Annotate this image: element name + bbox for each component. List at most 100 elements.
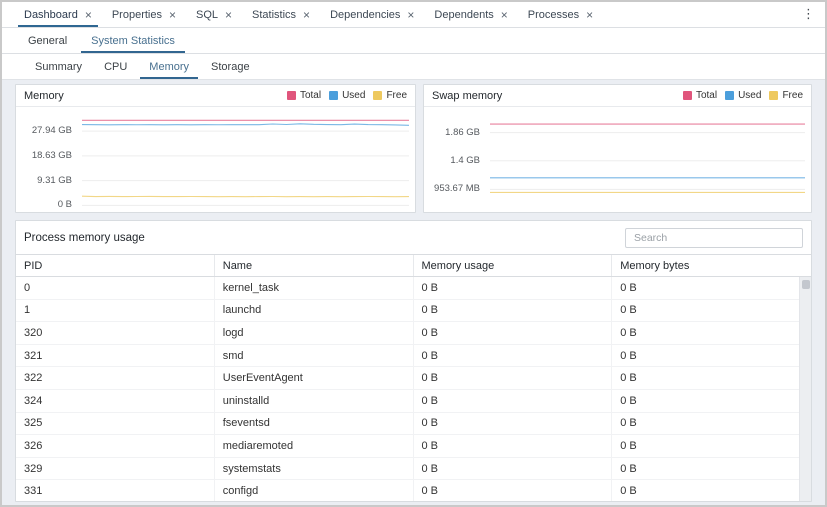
table-cell: mediaremoted: [215, 435, 414, 457]
dashboard-tab-bar: GeneralSystem Statistics: [2, 28, 825, 54]
stat-tab-cpu[interactable]: CPU: [93, 54, 138, 79]
legend-item-free: Free: [769, 90, 803, 101]
charts-row: Memory TotalUsedFree 27.94 GB18.63 GB9.3…: [2, 80, 825, 213]
tab-processes[interactable]: Processes ×: [518, 2, 603, 27]
statistics-tab-bar: SummaryCPUMemoryStorage: [2, 54, 825, 80]
table-row[interactable]: 326mediaremoted0 B0 B: [16, 435, 811, 458]
system-statistics-content: SummaryCPUMemoryStorage Memory Total Used…: [2, 54, 825, 507]
column-header-name[interactable]: Name: [215, 255, 414, 276]
legend-label: Free: [782, 90, 803, 101]
tab-dashboard[interactable]: Dashboard ×: [14, 2, 102, 27]
table-cell: launchd: [215, 300, 414, 322]
legend-label: Total: [696, 90, 717, 101]
table-row[interactable]: 322UserEventAgent0 B0 B: [16, 367, 811, 390]
tab-menu-kebab-icon[interactable]: ⋮: [798, 6, 819, 22]
table-row[interactable]: 329systemstats0 B0 B: [16, 458, 811, 481]
tab-label: Properties: [112, 9, 162, 21]
tab-sql[interactable]: SQL ×: [186, 2, 242, 27]
table-rows: 0kernel_task0 B0 B1launchd0 B0 B320logd0…: [16, 277, 811, 501]
legend-label: Used: [738, 90, 761, 101]
chart-panel: Swap memory Total Used Free 1.86 GB1.4 GB9…: [423, 84, 812, 213]
table-cell: 0 B: [414, 277, 613, 299]
tab-label: Dependencies: [330, 9, 400, 21]
table-row[interactable]: 331configd0 B0 B: [16, 480, 811, 501]
close-icon[interactable]: ×: [225, 9, 232, 21]
close-icon[interactable]: ×: [407, 9, 414, 21]
table-row[interactable]: 0kernel_task0 B0 B: [16, 277, 811, 300]
used-swatch-icon: [725, 91, 734, 100]
legend-item-free: Free: [373, 90, 407, 101]
table-cell: 331: [16, 480, 215, 501]
tab-label: SQL: [196, 9, 218, 21]
chart-legend: Total Used Free: [683, 90, 803, 101]
table-cell: logd: [215, 322, 414, 344]
table-cell: 0 B: [414, 413, 613, 435]
close-icon[interactable]: ×: [303, 9, 310, 21]
legend-item-used: Used: [725, 90, 761, 101]
table-cell: 0 B: [612, 480, 811, 501]
tab-label: Dashboard: [24, 9, 78, 21]
table-row[interactable]: 324uninstalld0 B0 B: [16, 390, 811, 413]
stat-tab-summary[interactable]: Summary: [24, 54, 93, 79]
chart-body: 1.86 GB1.4 GB953.67 MB: [424, 107, 811, 212]
table-cell: kernel_task: [215, 277, 414, 299]
table-cell: 0 B: [414, 435, 613, 457]
table-cell: 0 B: [612, 300, 811, 322]
chart-y-axis: 1.86 GB1.4 GB953.67 MB: [424, 107, 488, 212]
table-cell: 0 B: [414, 322, 613, 344]
tab-dependents[interactable]: Dependents ×: [424, 2, 517, 27]
column-header-pid[interactable]: PID: [16, 255, 215, 276]
table-cell: 0 B: [612, 367, 811, 389]
table-row[interactable]: 325fseventsd0 B0 B: [16, 413, 811, 436]
column-header-memory-bytes[interactable]: Memory bytes: [612, 255, 811, 276]
table-cell: systemstats: [215, 458, 414, 480]
tab-dependencies[interactable]: Dependencies ×: [320, 2, 424, 27]
tab-label: Statistics: [252, 9, 296, 21]
process-memory-panel: Process memory usage PIDNameMemory usage…: [15, 220, 812, 502]
legend-label: Free: [386, 90, 407, 101]
tab-properties[interactable]: Properties ×: [102, 2, 186, 27]
table-row[interactable]: 1launchd0 B0 B: [16, 300, 811, 323]
y-tick-label: 0 B: [58, 199, 72, 210]
free-swatch-icon: [769, 91, 778, 100]
close-icon[interactable]: ×: [501, 9, 508, 21]
table-cell: 324: [16, 390, 215, 412]
table-cell: 1: [16, 300, 215, 322]
main-tab-bar: Dashboard×Properties×SQL×Statistics×Depe…: [2, 2, 825, 28]
table-row[interactable]: 320logd0 B0 B: [16, 322, 811, 345]
table-cell: 0 B: [612, 390, 811, 412]
chart-body: 27.94 GB18.63 GB9.31 GB0 B: [16, 107, 415, 212]
table-cell: 0 B: [612, 345, 811, 367]
chart-title: Swap memory: [432, 90, 502, 102]
search-input[interactable]: [625, 228, 803, 248]
tab-general[interactable]: General: [16, 28, 79, 53]
table-row[interactable]: 321smd0 B0 B: [16, 345, 811, 368]
tab-system-statistics[interactable]: System Statistics: [79, 28, 187, 53]
y-tick-label: 18.63 GB: [32, 150, 72, 161]
table-cell: 326: [16, 435, 215, 457]
stat-tab-memory[interactable]: Memory: [138, 54, 200, 79]
close-icon[interactable]: ×: [586, 9, 593, 21]
close-icon[interactable]: ×: [85, 9, 92, 21]
total-swatch-icon: [287, 91, 296, 100]
table-cell: uninstalld: [215, 390, 414, 412]
table-cell: 325: [16, 413, 215, 435]
legend-label: Used: [342, 90, 365, 101]
y-tick-label: 1.86 GB: [445, 127, 480, 138]
chart-plot-area: [490, 107, 805, 212]
stat-tab-storage[interactable]: Storage: [200, 54, 261, 79]
vertical-scrollbar[interactable]: [799, 277, 811, 501]
table-header-row: PIDNameMemory usageMemory bytes: [16, 254, 811, 277]
tab-statistics[interactable]: Statistics ×: [242, 2, 320, 27]
table-cell: 0 B: [612, 413, 811, 435]
used-swatch-icon: [329, 91, 338, 100]
table-cell: 0 B: [414, 345, 613, 367]
column-header-memory-usage[interactable]: Memory usage: [414, 255, 613, 276]
scrollbar-thumb[interactable]: [802, 280, 810, 289]
y-tick-label: 27.94 GB: [32, 125, 72, 136]
tab-label: Dependents: [434, 9, 493, 21]
process-table-title: Process memory usage: [24, 232, 145, 244]
table-cell: 0: [16, 277, 215, 299]
close-icon[interactable]: ×: [169, 9, 176, 21]
tab-label: Processes: [528, 9, 579, 21]
